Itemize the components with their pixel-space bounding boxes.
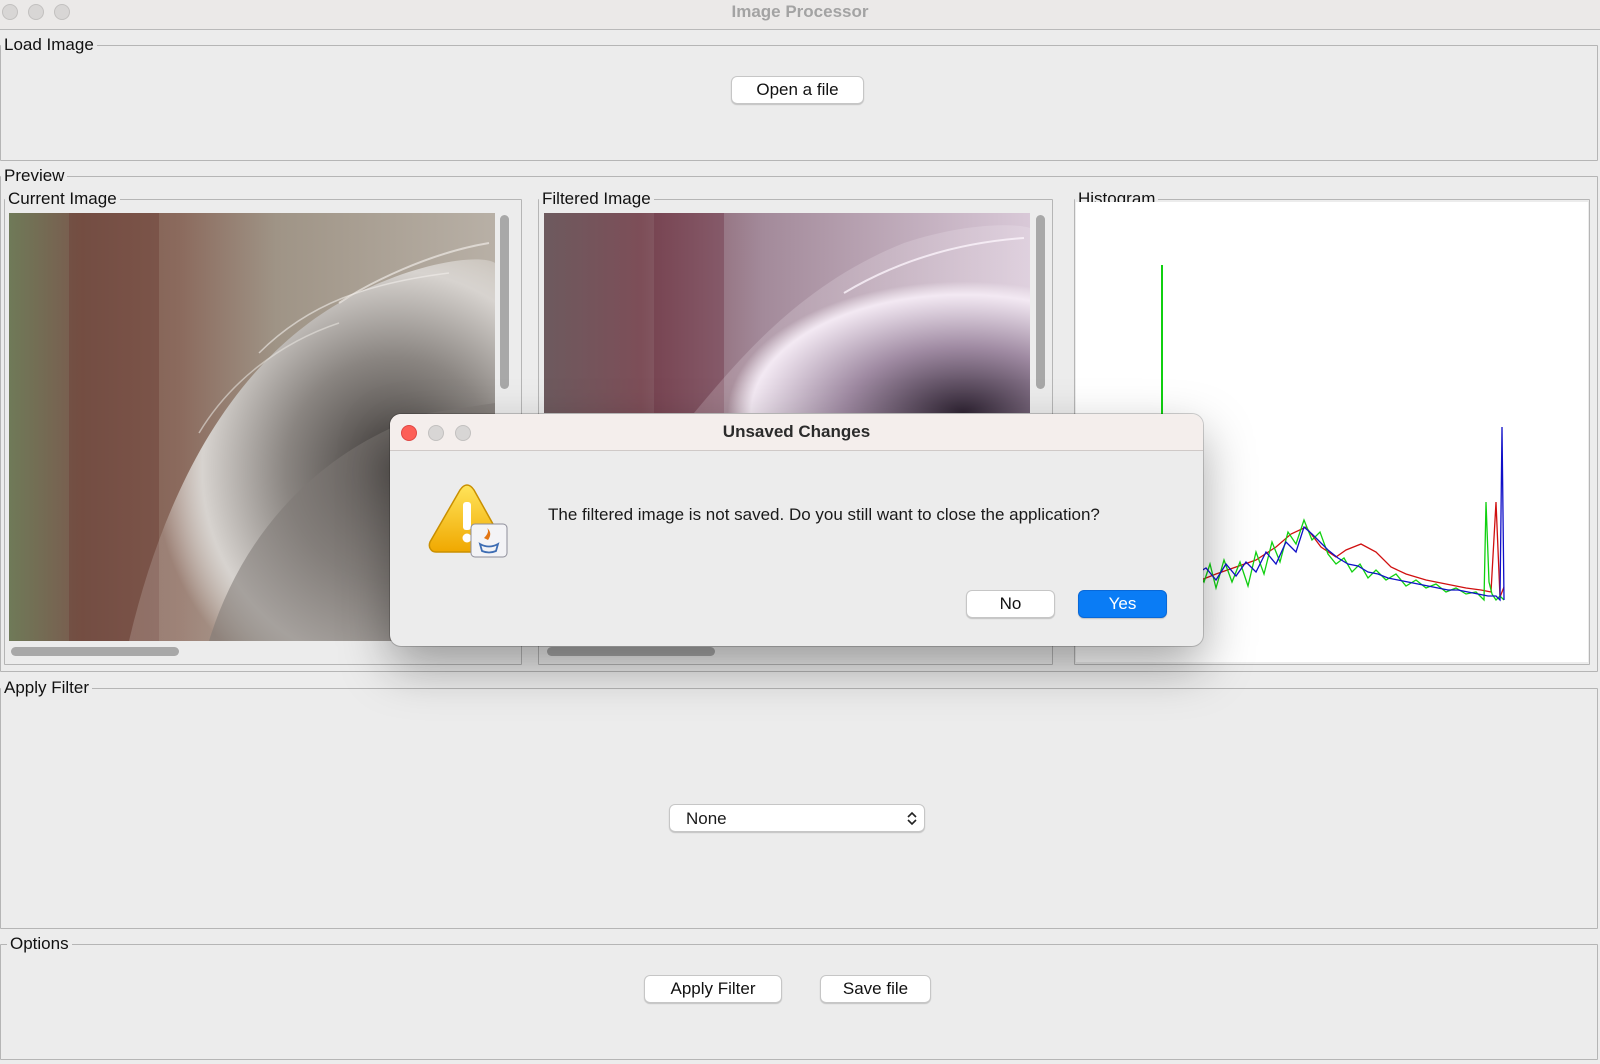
preview-legend: Preview — [4, 166, 65, 185]
open-file-button[interactable]: Open a file — [731, 76, 864, 104]
filtered-image — [544, 213, 1030, 413]
yes-button[interactable]: Yes — [1078, 590, 1167, 618]
window-title: Image Processor — [731, 2, 869, 21]
warning-icon — [427, 482, 509, 558]
save-file-button[interactable]: Save file — [820, 975, 931, 1003]
load-image-legend: Load Image — [4, 35, 94, 54]
current-image-legend: Current Image — [8, 189, 117, 208]
filter-select[interactable]: None — [669, 804, 925, 832]
filtered-image-hscroll[interactable] — [547, 647, 715, 656]
dialog-message: The filtered image is not saved. Do you … — [548, 505, 1100, 524]
apply-filter-button[interactable]: Apply Filter — [644, 975, 782, 1003]
filter-select-value: None — [686, 809, 727, 828]
apply-filter-legend: Apply Filter — [4, 678, 90, 697]
filtered-image-legend: Filtered Image — [542, 189, 651, 208]
dialog-titlebar: Unsaved Changes — [390, 414, 1203, 451]
options-legend: Options — [10, 934, 69, 953]
options-group: Options — [0, 935, 1598, 1060]
histogram-green-line — [1195, 501, 1505, 602]
histogram-red-line — [1195, 501, 1505, 598]
filtered-image-vscroll[interactable] — [1036, 215, 1045, 389]
window-titlebar: Image Processor — [0, 0, 1600, 30]
no-button[interactable]: No — [966, 590, 1055, 618]
current-image-vscroll[interactable] — [500, 215, 509, 389]
chevron-updown-icon — [907, 811, 917, 826]
filtered-image-picture — [544, 213, 1030, 413]
dialog-title: Unsaved Changes — [722, 422, 871, 441]
unsaved-changes-dialog: Unsaved Changes The filtered image is no… — [390, 414, 1203, 646]
current-image-hscroll[interactable] — [11, 647, 179, 656]
histogram-blue-line — [1195, 426, 1505, 602]
